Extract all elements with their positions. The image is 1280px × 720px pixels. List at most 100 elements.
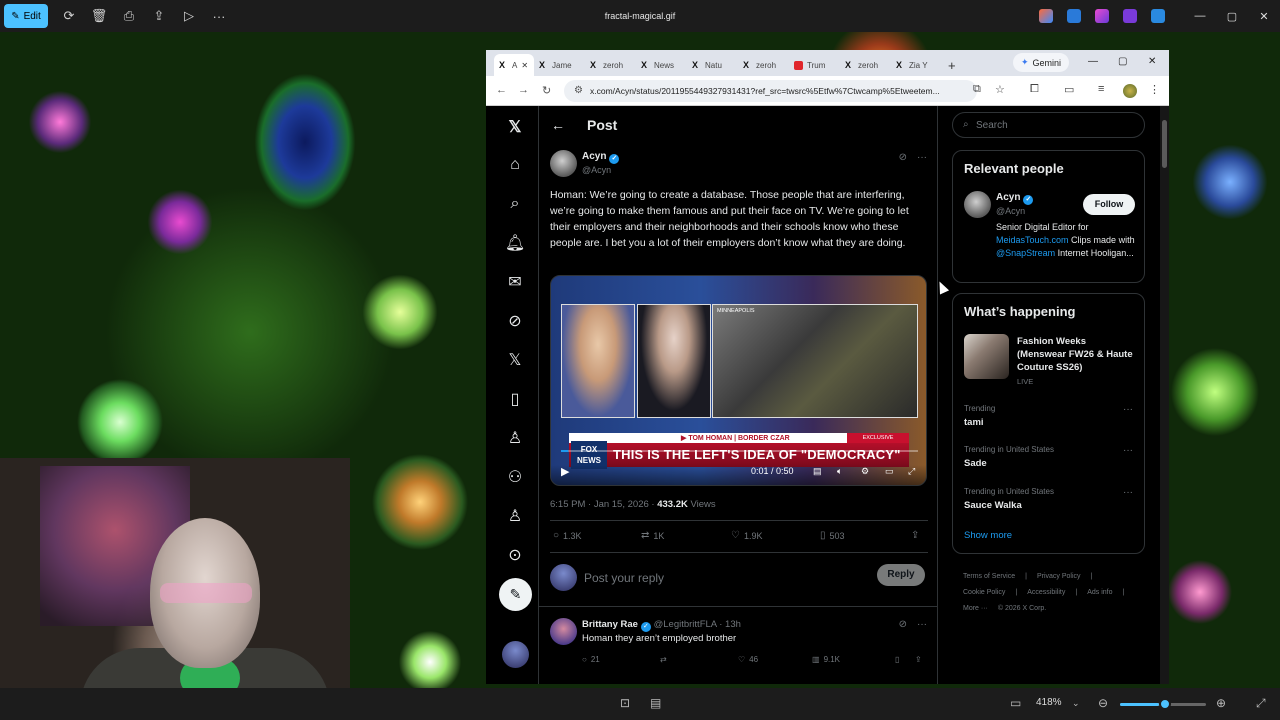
actual-size-icon[interactable]: ▭ <box>1010 696 1021 710</box>
browser-tab[interactable]: Xzeroh <box>738 54 789 76</box>
menu-icon[interactable]: ⋮ <box>1149 83 1160 96</box>
clipchamp-icon[interactable] <box>1095 9 1109 23</box>
share-icon[interactable]: ⇪ <box>144 4 174 28</box>
grok-icon[interactable]: ⊘ <box>505 311 525 331</box>
gemini-button[interactable]: ✦ Gemini <box>1013 53 1070 72</box>
browser-tab[interactable]: X News <box>636 54 687 76</box>
messages-icon[interactable]: ✉ <box>505 272 525 292</box>
more-options-icon[interactable]: ··· <box>204 4 234 28</box>
browser-tab[interactable]: Trum <box>789 54 840 76</box>
browser-tab[interactable]: Xzeroh <box>585 54 636 76</box>
bookmark-action[interactable]: ▯ 503 <box>820 530 845 541</box>
person-handle[interactable]: @Acyn <box>996 206 1025 216</box>
page-scrollbar[interactable] <box>1160 106 1169 684</box>
like-action[interactable]: ♡ 46 <box>738 655 758 664</box>
footer-link[interactable]: Privacy Policy <box>1037 573 1081 580</box>
zoom-slider-thumb[interactable] <box>1159 698 1171 710</box>
footer-link[interactable]: Terms of Service <box>963 573 1015 580</box>
comment-author[interactable]: Brittany Rae <box>582 619 638 630</box>
fullscreen-icon[interactable]: ⤢ <box>908 466 915 477</box>
maximize-icon[interactable]: ▢ <box>1118 56 1127 67</box>
minimize-icon[interactable]: — <box>1088 56 1098 67</box>
communities-icon[interactable]: ⚇ <box>505 467 525 487</box>
jobs-icon[interactable]: ♙ <box>505 428 525 448</box>
trend-name[interactable]: Sauce Walka <box>964 500 1022 511</box>
featured-title[interactable]: Fashion Weeks (Menswear FW26 & Haute Cou… <box>1017 335 1137 374</box>
comment-avatar[interactable] <box>550 618 577 645</box>
like-action[interactable]: ♡ 1.9K <box>731 530 762 541</box>
browser-tab[interactable]: Xzeroh <box>840 54 891 76</box>
explore-icon[interactable]: ⌕ <box>505 194 525 214</box>
reply-input[interactable]: Post your reply <box>584 571 664 585</box>
slideshow-icon[interactable]: ▷ <box>174 4 204 28</box>
person-name[interactable]: Acyn ✓ <box>996 192 1034 205</box>
share-action[interactable]: ⇪ <box>915 655 922 664</box>
more-options-icon[interactable]: ··· <box>917 619 927 630</box>
repost-action[interactable]: ⇄ 1K <box>641 530 664 541</box>
delete-icon[interactable]: 🗑 <box>84 4 114 28</box>
minimize-icon[interactable]: — <box>1184 10 1216 22</box>
print-icon[interactable]: ⎙ <box>114 4 144 28</box>
back-icon[interactable]: ← <box>496 84 507 96</box>
reply-action[interactable]: ○ 1.3K <box>553 530 582 541</box>
person-avatar[interactable] <box>964 191 991 218</box>
tab-close-icon[interactable]: ✕ <box>521 61 528 70</box>
grok-explain-icon[interactable]: ⊘ <box>899 619 907 630</box>
sidebar-icon[interactable]: ▭ <box>1064 83 1074 96</box>
bookmarks-icon[interactable]: ▯ <box>505 389 525 409</box>
premium-x-icon[interactable]: 𝕏 <box>505 350 525 370</box>
rotate-icon[interactable]: ⟳ <box>54 4 84 28</box>
author-handle[interactable]: @Acyn <box>582 165 611 175</box>
extensions-icon[interactable]: ⧠ <box>1030 83 1039 96</box>
show-more-link[interactable]: Show more <box>964 530 1012 541</box>
profile-icon[interactable]: ♙ <box>505 506 525 526</box>
video-progress[interactable] <box>561 450 918 452</box>
bio-link[interactable]: MeidasTouch.com <box>996 235 1069 245</box>
tab-active[interactable]: X A ✕ <box>494 54 534 76</box>
edit-button[interactable]: ✎ Edit <box>4 4 48 28</box>
onedrive-icon[interactable] <box>1151 9 1165 23</box>
play-icon[interactable]: ▶ <box>561 465 569 478</box>
site-info-icon[interactable]: ⚙ <box>574 85 583 96</box>
fit-icon[interactable]: ⊡ <box>620 696 630 710</box>
forward-icon[interactable]: → <box>518 84 529 96</box>
browser-tab[interactable]: X Zia Y <box>891 54 942 76</box>
trend-more-icon[interactable]: ··· <box>1123 404 1133 415</box>
scrollbar-thumb[interactable] <box>1162 120 1167 168</box>
restore-icon[interactable]: ▢ <box>1216 10 1248 23</box>
video-player[interactable]: MINNEAPOLIS ▶ TOM HOMAN | BORDER CZAR EX… <box>550 275 927 486</box>
grok-explain-icon[interactable]: ⊘ <box>899 152 907 163</box>
reload-icon[interactable]: ↻ <box>542 84 551 97</box>
author-name[interactable]: Acyn ✓ <box>582 151 620 164</box>
footer-link[interactable]: Cookie Policy <box>963 589 1005 596</box>
bookmark-action[interactable]: ▯ <box>895 655 899 664</box>
search-input[interactable]: ⌕ Search <box>952 112 1145 138</box>
volume-icon[interactable]: 🔈︎ <box>837 466 842 477</box>
footer-link[interactable]: Accessibility <box>1027 589 1065 596</box>
compose-post-button[interactable]: ✎ <box>499 578 532 611</box>
close-icon[interactable]: ✕ <box>1148 56 1156 67</box>
trend-name[interactable]: Sade <box>964 458 987 469</box>
author-avatar[interactable] <box>550 150 577 177</box>
reply-button[interactable]: Reply <box>877 564 925 586</box>
reply-action[interactable]: ○ 21 <box>582 655 600 664</box>
browser-tab[interactable]: X Natu <box>687 54 738 76</box>
media-icon[interactable]: ≡ <box>1098 83 1104 95</box>
zoom-level[interactable]: 418% <box>1036 697 1062 708</box>
featured-thumbnail[interactable] <box>964 334 1009 379</box>
share-action[interactable]: ⇪ <box>911 530 919 541</box>
captions-icon[interactable]: ▤ <box>813 466 822 477</box>
home-icon[interactable]: ⌂ <box>505 155 525 175</box>
copilot-icon[interactable] <box>1039 9 1053 23</box>
trend-name[interactable]: tami <box>964 417 984 428</box>
zoom-out-icon[interactable]: ⊖ <box>1098 696 1108 710</box>
bookmark-star-icon[interactable]: ☆ <box>995 83 1005 96</box>
browser-tab[interactable]: X Jame <box>534 54 585 76</box>
picture-in-picture-icon[interactable]: ▭ <box>885 466 894 477</box>
fullscreen-icon[interactable]: ⤢ <box>1256 696 1266 711</box>
follow-button[interactable]: Follow <box>1083 194 1135 215</box>
new-tab-icon[interactable]: + <box>948 58 956 73</box>
trend-more-icon[interactable]: ··· <box>1123 445 1133 456</box>
install-app-icon[interactable]: ⧉ <box>973 83 981 96</box>
designer-icon[interactable] <box>1067 9 1081 23</box>
